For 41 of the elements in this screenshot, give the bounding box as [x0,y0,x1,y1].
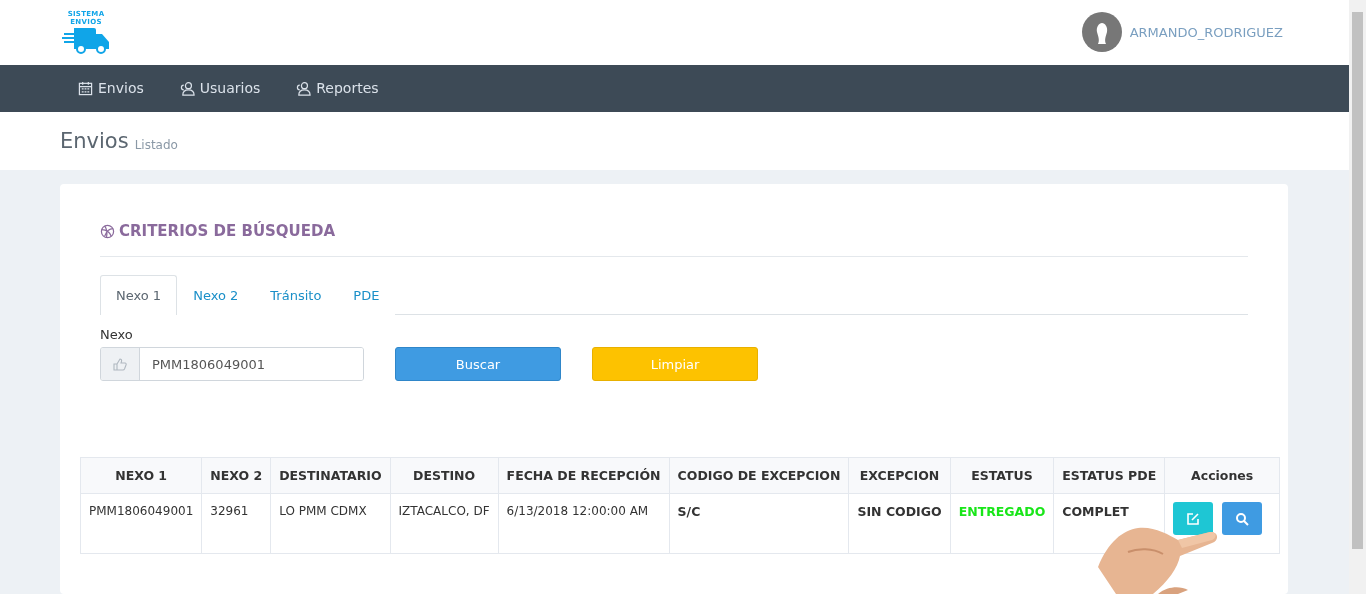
calendar-icon [78,80,93,96]
table-cell: LO PMM CDMX [270,493,391,554]
truck-icon [62,26,110,55]
column-header: ESTATUS PDE [1053,457,1165,494]
field-label: Nexo [100,327,134,342]
edit-icon [1186,511,1201,526]
page-subtitle: Listado [134,137,178,152]
nexo-field[interactable]: PMM1806049001 [100,347,364,381]
column-header: EXCEPCION [848,457,951,494]
user-avatar[interactable] [1081,12,1122,53]
table-cell: IZTACALCO, DF [390,493,499,554]
edit-button[interactable] [1173,502,1214,535]
action-button[interactable]: Buscar [395,347,561,381]
section-title: CRITERIOS DE BÚSQUEDA [119,222,336,240]
column-header: DESTINATARIO [270,457,391,494]
user-name[interactable]: ARMANDO_RODRIGUEZ [1129,24,1283,40]
table-cell: ENTREGADO [950,493,1054,554]
column-header: FECHA DE RECEPCIÓN [498,457,670,494]
nav-item[interactable]: Usuarios [179,80,261,97]
users-icon [179,80,195,96]
ball-icon [100,223,115,239]
scrollbar[interactable] [1349,0,1366,594]
table-cell: 6/13/2018 12:00:00 AM [498,493,670,554]
thumbs-up-icon [113,357,127,371]
tab[interactable]: Nexo 1 [100,275,178,315]
search-icon [1235,511,1250,526]
column-header: Acciones [1164,457,1280,494]
column-header: ESTATUS [950,457,1054,494]
table-cell: 32961 [201,493,271,554]
column-header: NEXO 2 [201,457,271,494]
column-header: NEXO 1 [80,457,202,494]
nav-item[interactable]: Reportes [296,80,379,97]
nav-item[interactable]: Envios [78,80,144,97]
table-cell: PMM1806049001 [80,493,202,554]
table-cell: SIN CODIGO [848,493,951,554]
column-header: CODIGO DE EXCEPCION [669,457,849,494]
search-button[interactable] [1222,502,1263,535]
column-header: DESTINO [390,457,499,494]
users-icon [296,80,312,96]
page-title: Envios [60,128,129,153]
table-cell: S/C [669,493,849,554]
